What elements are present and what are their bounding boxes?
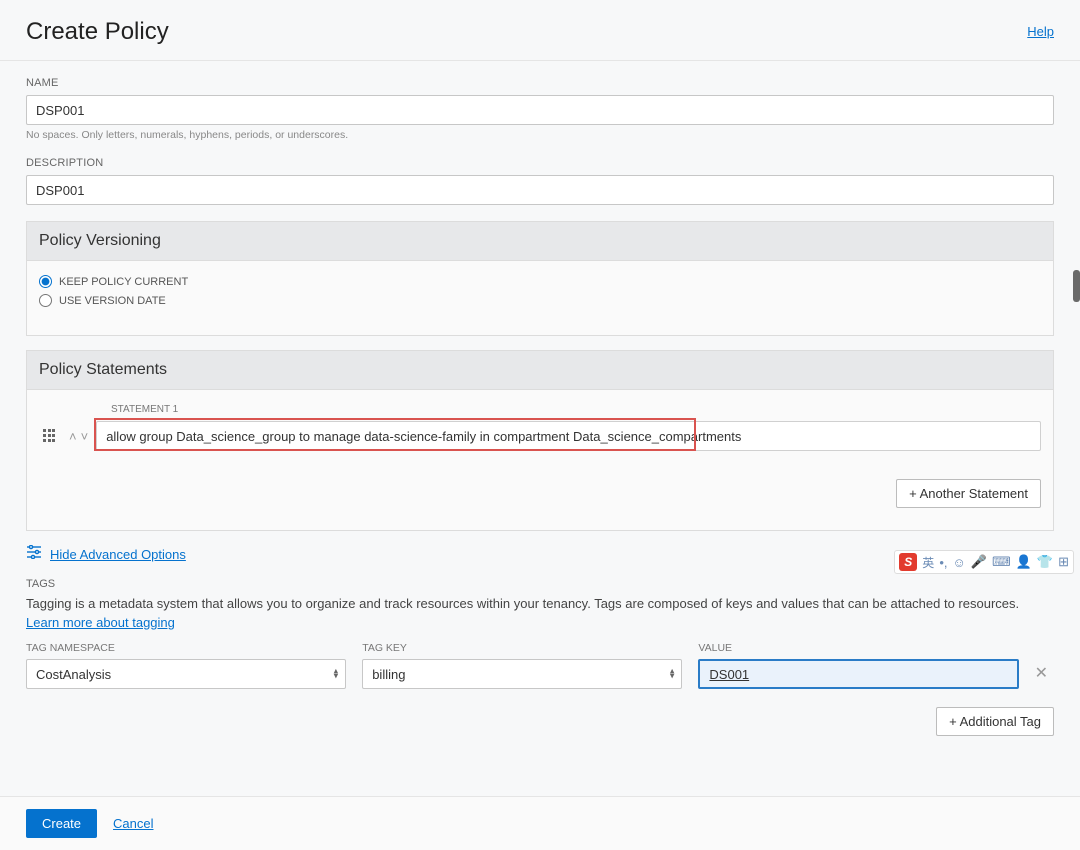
tag-key-select[interactable]: billing	[362, 659, 682, 689]
footer-bar: Create Cancel	[0, 796, 1080, 850]
move-down-icon[interactable]: ˅	[81, 430, 89, 443]
tags-description: Tagging is a metadata system that allows…	[26, 596, 1054, 611]
delete-tag-icon[interactable]: ✕	[1035, 663, 1054, 689]
move-up-icon[interactable]: ˄	[69, 430, 77, 443]
ime-skin-icon: 👕	[1037, 554, 1053, 570]
ime-toolbar[interactable]: S 英 •, ☺ 🎤 ⌨ 👤 👕 ⊞	[894, 550, 1074, 574]
learn-more-tagging-link[interactable]: Learn more about tagging	[26, 615, 175, 630]
tag-namespace-select[interactable]: CostAnalysis	[26, 659, 346, 689]
use-version-date-label: USE VERSION DATE	[59, 295, 166, 307]
name-input[interactable]	[26, 95, 1054, 125]
scrollbar-thumb[interactable]	[1073, 270, 1080, 302]
policy-statements-title: Policy Statements	[27, 351, 1053, 390]
ime-punct-icon: •,	[939, 555, 947, 570]
ime-keyboard-icon: ⌨	[992, 554, 1011, 570]
page-header: Create Policy Help	[0, 0, 1080, 61]
use-version-date-radio[interactable]	[39, 294, 52, 307]
policy-statements-panel: Policy Statements STATEMENT 1 ˄ ˅	[26, 350, 1054, 531]
keep-current-label: KEEP POLICY CURRENT	[59, 276, 188, 288]
statement-1-input[interactable]	[96, 421, 1041, 451]
description-input[interactable]	[26, 175, 1054, 205]
statement-1-label: STATEMENT 1	[111, 404, 1041, 415]
ime-logo-icon: S	[899, 553, 917, 571]
description-field-group: DESCRIPTION	[26, 157, 1054, 205]
tags-section-label: TAGS	[26, 578, 1054, 590]
cancel-link[interactable]: Cancel	[113, 816, 153, 831]
drag-handle-icon[interactable]	[43, 429, 57, 443]
tag-value-label: VALUE	[698, 642, 1018, 654]
tag-value-input[interactable]	[698, 659, 1018, 689]
name-field-group: NAME No spaces. Only letters, numerals, …	[26, 77, 1054, 141]
ime-mic-icon: 🎤	[971, 554, 987, 570]
sliders-icon	[26, 545, 42, 564]
name-label: NAME	[26, 77, 1054, 89]
description-label: DESCRIPTION	[26, 157, 1054, 169]
help-link[interactable]: Help	[1027, 24, 1054, 39]
policy-versioning-panel: Policy Versioning KEEP POLICY CURRENT US…	[26, 221, 1054, 336]
name-hint: No spaces. Only letters, numerals, hyphe…	[26, 129, 1054, 141]
ime-toolbox-icon: ⊞	[1058, 554, 1069, 570]
policy-versioning-title: Policy Versioning	[27, 222, 1053, 261]
add-tag-button[interactable]: + Additional Tag	[936, 707, 1054, 736]
ime-person-icon: 👤	[1016, 554, 1032, 570]
advanced-options-label: Hide Advanced Options	[50, 547, 186, 562]
keep-current-radio[interactable]	[39, 275, 52, 288]
create-button[interactable]: Create	[26, 809, 97, 838]
page-title: Create Policy	[26, 18, 169, 46]
ime-smiley-icon: ☺	[952, 555, 965, 570]
tag-namespace-label: TAG NAMESPACE	[26, 642, 346, 654]
tag-key-label: TAG KEY	[362, 642, 682, 654]
add-statement-button[interactable]: + Another Statement	[896, 479, 1041, 508]
ime-lang-indicator: 英	[922, 554, 934, 571]
